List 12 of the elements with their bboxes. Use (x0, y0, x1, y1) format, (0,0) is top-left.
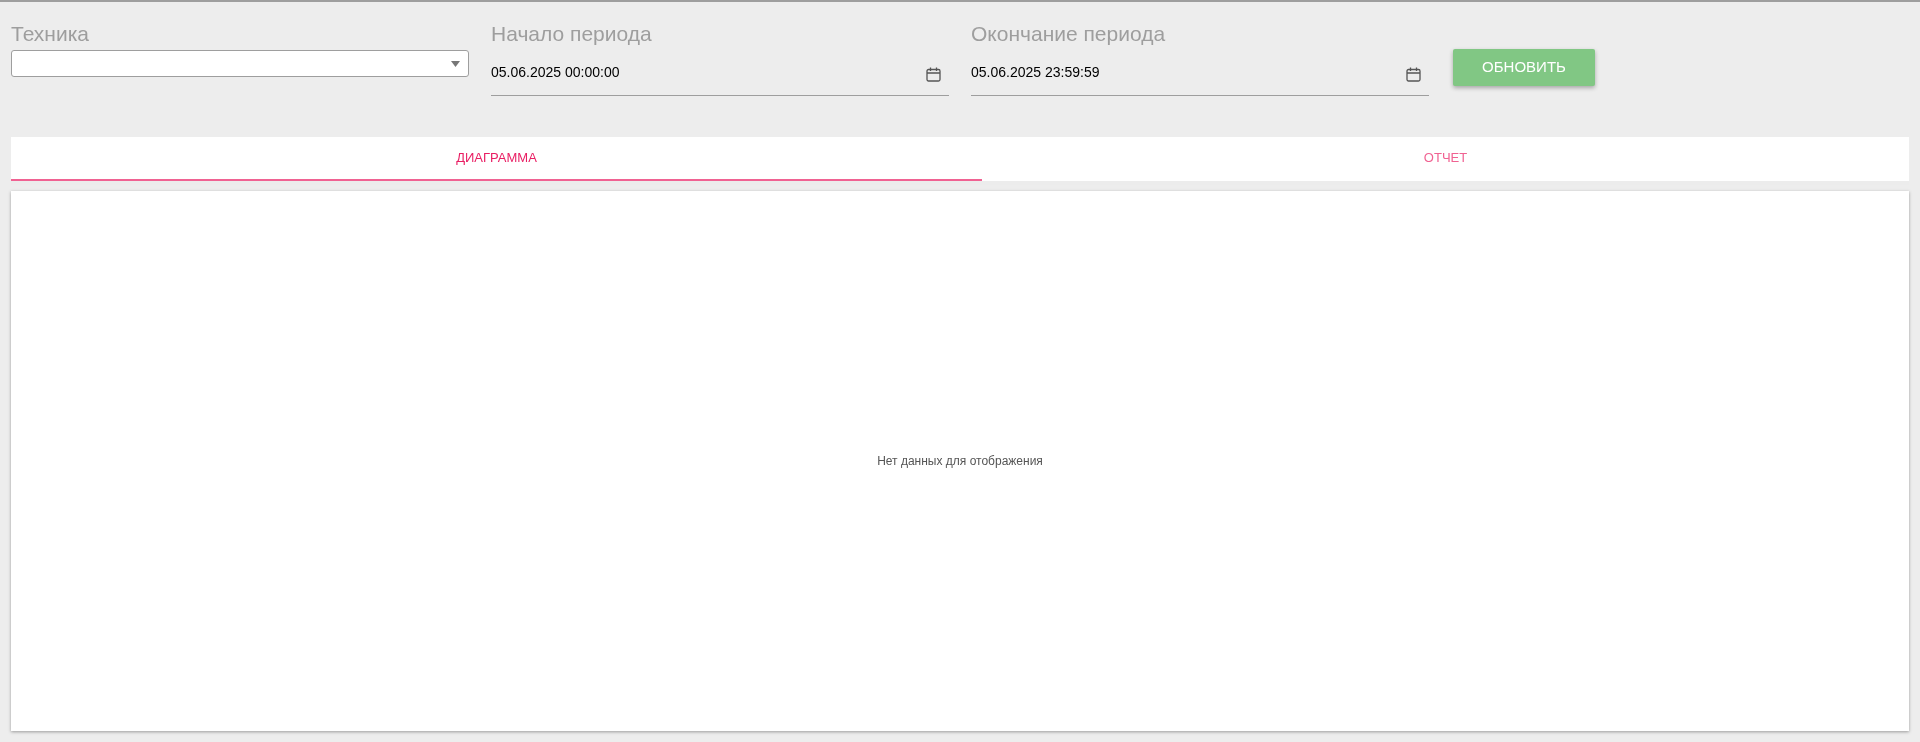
calendar-icon[interactable] (1406, 67, 1421, 82)
tab[interactable]: ДИАГРАММА (11, 137, 982, 181)
date-time-field[interactable]: 05.06.2025 23:59:59 (971, 50, 1429, 96)
calendar-icon[interactable] (926, 67, 941, 82)
field-label: Техника (11, 21, 91, 47)
field-label: Окончание периода (971, 21, 1167, 47)
equipment-select[interactable] (11, 50, 469, 77)
tab[interactable]: ОТЧЕТ (982, 137, 1909, 181)
date-time-field[interactable]: 05.06.2025 00:00:00 (491, 50, 949, 96)
dropdown-caret-icon (451, 60, 460, 67)
field-label: Начало периода (491, 21, 653, 47)
empty-message: Нет данных для отображения (877, 453, 1043, 470)
